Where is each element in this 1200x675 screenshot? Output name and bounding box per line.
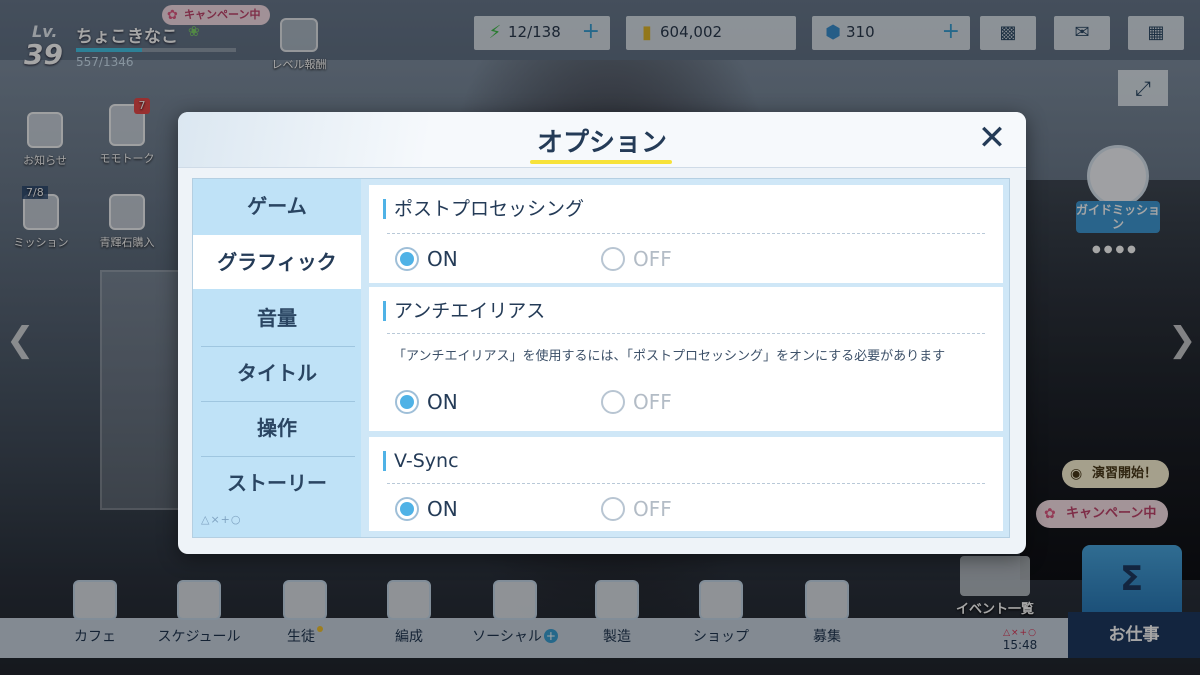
setting-title: ポストプロセッシング (383, 199, 584, 219)
dashed-divider (387, 233, 985, 234)
radio-checked-icon (395, 247, 419, 271)
tab-story[interactable]: ストーリー (193, 456, 361, 510)
radio-label: OFF (633, 390, 672, 414)
tab-title[interactable]: タイトル (193, 346, 361, 400)
radio-label: ON (427, 390, 458, 414)
radio-label: OFF (633, 247, 672, 271)
radio-label: ON (427, 497, 458, 521)
radio-label: ON (427, 247, 458, 271)
options-tabs: ゲーム グラフィック 音量 タイトル 操作 ストーリー △×+○ (193, 179, 361, 537)
tab-game[interactable]: ゲーム (193, 179, 361, 233)
setting-vsync: V-Sync ON OFF (369, 437, 1003, 531)
title-underline (530, 160, 672, 164)
controller-symbols: △×+○ (201, 513, 242, 526)
radio-unchecked-icon (601, 247, 625, 271)
anti-aliasing-off-radio[interactable]: OFF (601, 390, 672, 414)
tab-volume[interactable]: 音量 (193, 291, 361, 345)
options-dialog: オプション ✕ ゲーム グラフィック 音量 タイトル 操作 ストーリー △×+○… (178, 112, 1026, 554)
graphics-settings: ポストプロセッシング ON OFF アンチエイリアス 「アンチエイリアス」を使用… (369, 185, 1003, 531)
setting-title: アンチエイリアス (383, 301, 545, 321)
dashed-divider (387, 483, 985, 484)
setting-title: V-Sync (383, 451, 459, 471)
close-button[interactable]: ✕ (974, 120, 1010, 156)
dialog-title: オプション (536, 128, 667, 158)
vsync-on-radio[interactable]: ON (395, 497, 458, 521)
dialog-body: ゲーム グラフィック 音量 タイトル 操作 ストーリー △×+○ ポストプロセッ… (192, 178, 1010, 538)
anti-aliasing-on-radio[interactable]: ON (395, 390, 458, 414)
post-processing-off-radio[interactable]: OFF (601, 247, 672, 271)
tab-graphics[interactable]: グラフィック (193, 235, 361, 289)
vsync-off-radio[interactable]: OFF (601, 497, 672, 521)
setting-note: 「アンチエイリアス」を使用するには、「ポストプロセッシング」をオンにする必要があ… (393, 349, 946, 364)
radio-label: OFF (633, 497, 672, 521)
dialog-header: オプション ✕ (178, 112, 1026, 168)
radio-unchecked-icon (601, 497, 625, 521)
post-processing-on-radio[interactable]: ON (395, 247, 458, 271)
radio-checked-icon (395, 390, 419, 414)
radio-checked-icon (395, 497, 419, 521)
dashed-divider (387, 333, 985, 334)
setting-post-processing: ポストプロセッシング ON OFF (369, 185, 1003, 283)
radio-unchecked-icon (601, 390, 625, 414)
tab-controls[interactable]: 操作 (193, 401, 361, 455)
close-icon: ✕ (977, 118, 1007, 158)
setting-anti-aliasing: アンチエイリアス 「アンチエイリアス」を使用するには、「ポストプロセッシング」を… (369, 287, 1003, 431)
